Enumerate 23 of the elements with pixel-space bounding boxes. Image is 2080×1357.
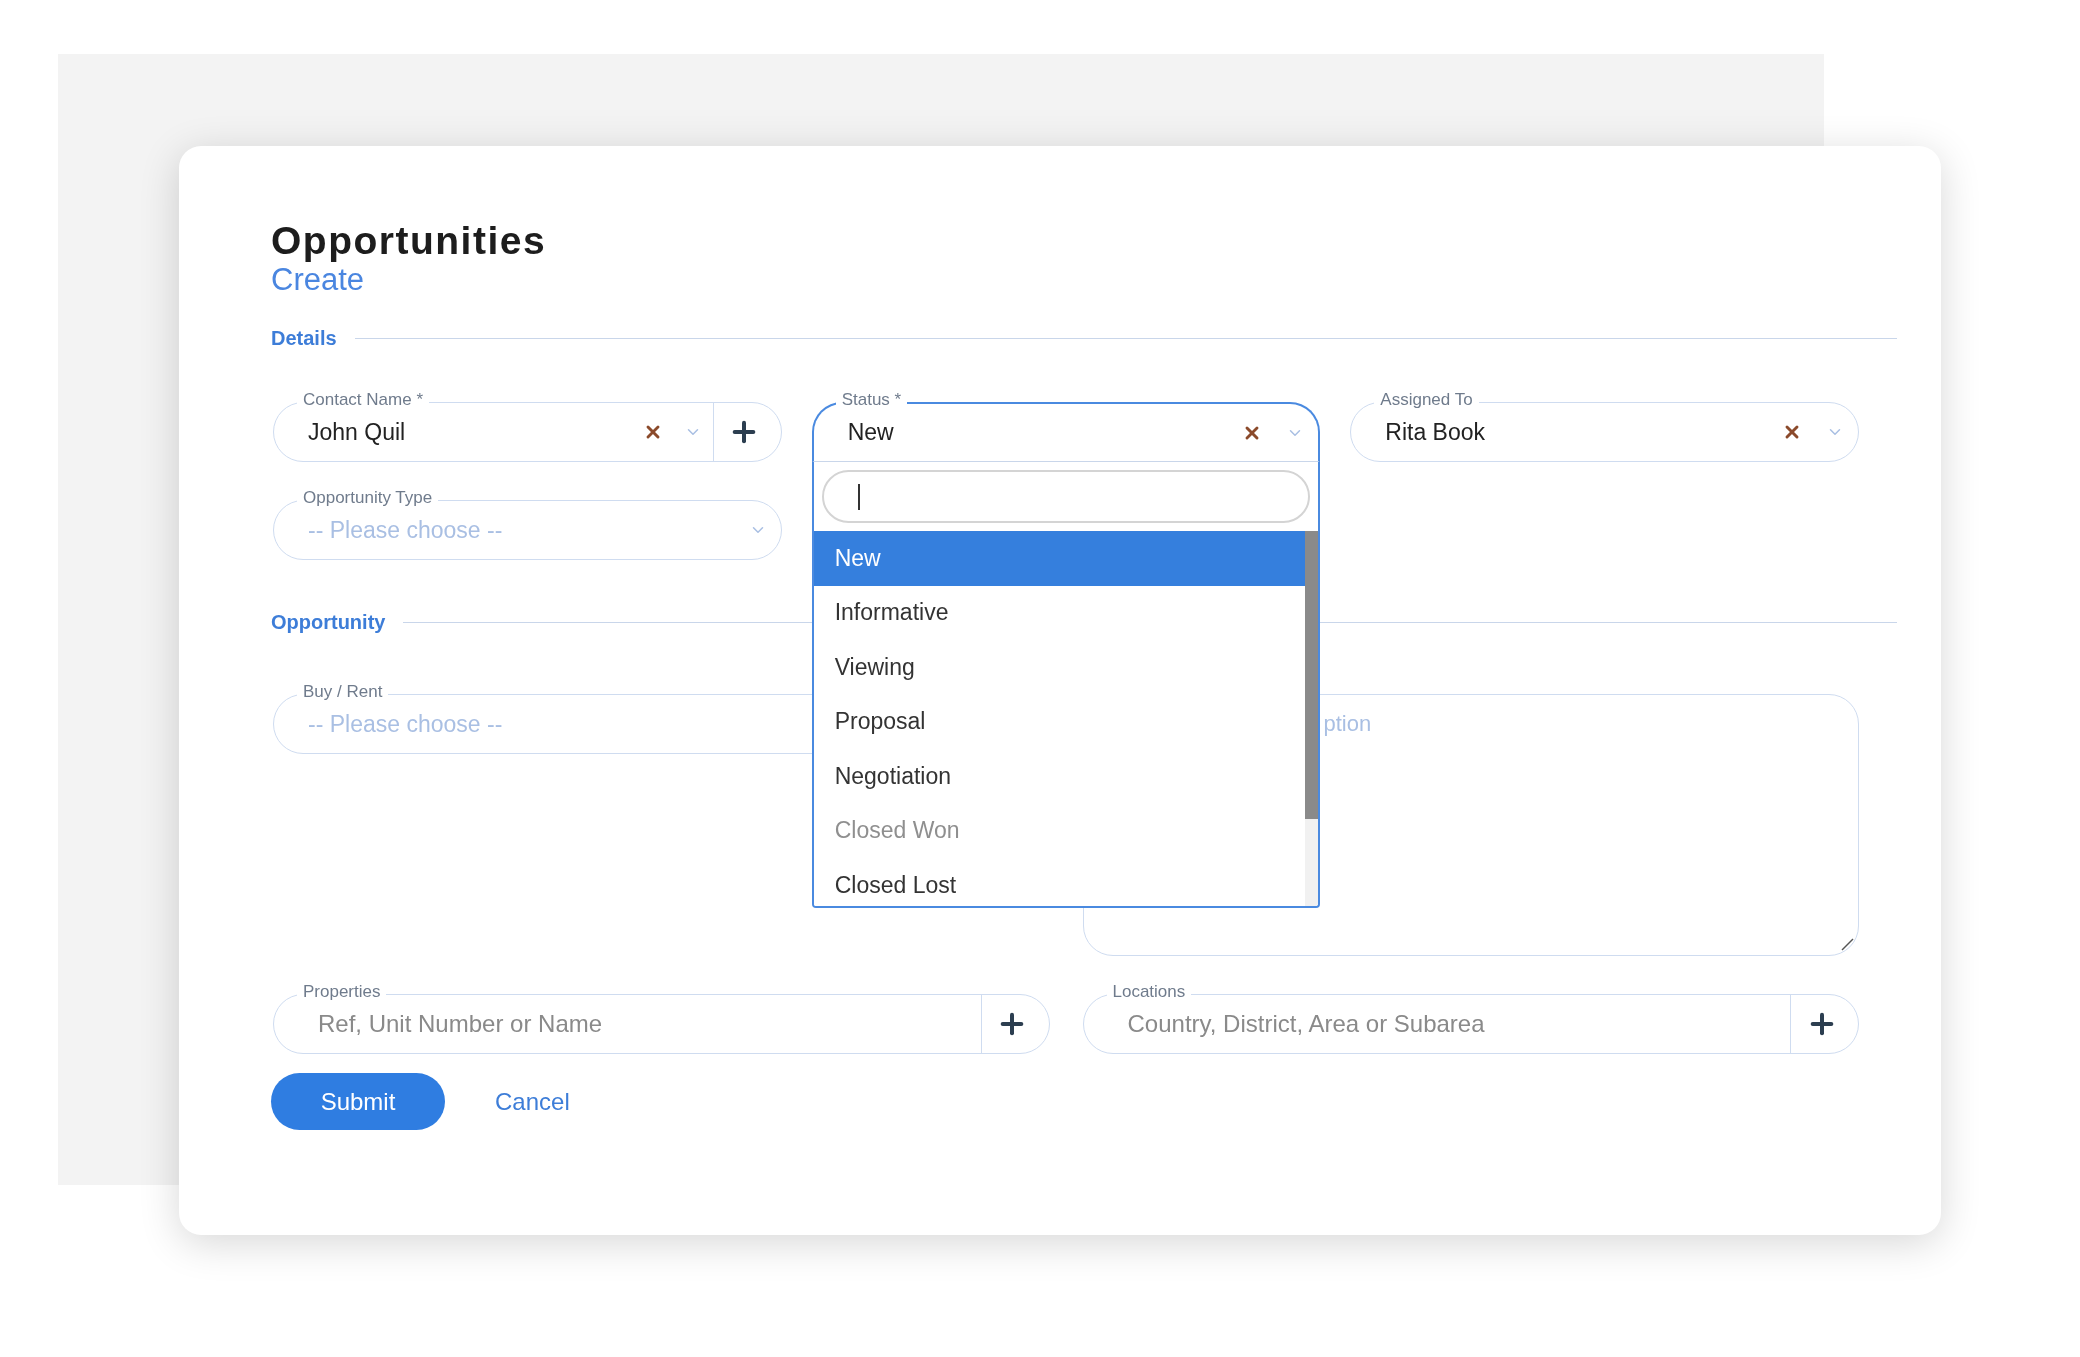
section-title: Opportunity (271, 611, 386, 634)
resize-handle-icon[interactable] (1840, 937, 1854, 951)
cancel-link[interactable]: Cancel (495, 1087, 570, 1116)
page-title: Opportunities (271, 219, 547, 263)
scrollbar[interactable] (1305, 531, 1319, 906)
page-subtitle: Create (271, 263, 365, 297)
submit-button[interactable]: Submit (271, 1073, 445, 1130)
field-label: Buy / Rent (297, 682, 389, 702)
select-placeholder: -- Please choose -- (307, 516, 503, 544)
field-placeholder: Country, District, Area or Subarea (1126, 1010, 1485, 1038)
select-placeholder: -- Please choose -- (307, 710, 503, 738)
dropdown-option[interactable]: New (813, 531, 1306, 586)
field-label: Properties (297, 982, 387, 1002)
field-placeholder: ption (1322, 710, 1372, 737)
field-label: Opportunity Type (297, 488, 439, 508)
section-title: Details (271, 327, 337, 350)
search-field[interactable] (821, 470, 1311, 523)
field-placeholder: Ref, Unit Number or Name (317, 1010, 603, 1038)
field-label: Assigned To (1374, 390, 1479, 410)
select-value: John Quil (307, 418, 406, 446)
select-value: New (846, 419, 894, 446)
select-value: Rita Book (1384, 418, 1486, 446)
text-cursor (857, 483, 860, 510)
